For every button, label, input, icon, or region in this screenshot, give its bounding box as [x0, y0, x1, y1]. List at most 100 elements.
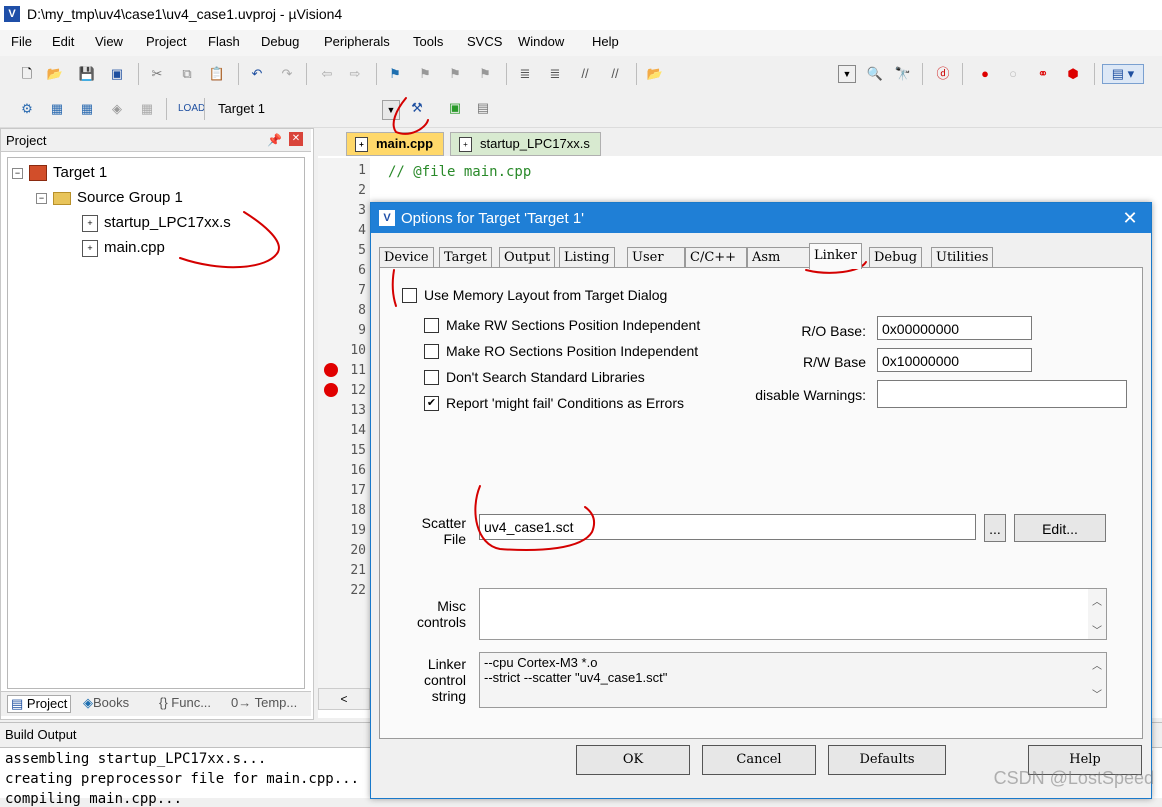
- menu-help[interactable]: Help: [592, 34, 619, 49]
- tab-books[interactable]: ◈Books: [83, 695, 129, 711]
- scroll-left-button[interactable]: <: [318, 688, 370, 710]
- tab-utilities[interactable]: Utilities: [931, 247, 994, 268]
- scrollbar[interactable]: ︿ ﹀: [1088, 589, 1106, 639]
- redo-icon[interactable]: ↷: [278, 65, 296, 83]
- menu-tools[interactable]: Tools: [413, 34, 443, 49]
- save-all-icon[interactable]: ▣: [108, 65, 126, 83]
- collapse-icon[interactable]: −: [36, 192, 47, 204]
- rw-base-input[interactable]: 0x10000000: [877, 348, 1032, 372]
- close-icon[interactable]: ✕: [1117, 206, 1143, 230]
- tab-output[interactable]: Output: [499, 247, 556, 268]
- window-config-icon[interactable]: ▤ ▾: [1102, 64, 1144, 84]
- title-bar: V D:\my_tmp\uv4\case1\uv4_case1.uvproj -…: [0, 0, 1162, 30]
- scroll-up-icon[interactable]: ︿: [1088, 593, 1106, 608]
- translate-icon[interactable]: ⚙: [18, 100, 36, 118]
- menu-flash[interactable]: Flash: [208, 34, 240, 49]
- kill-breakpoints-icon[interactable]: ⬢: [1064, 65, 1082, 83]
- browse-button[interactable]: ...: [984, 514, 1006, 542]
- ro-base-input[interactable]: 0x00000000: [877, 316, 1032, 340]
- manage-components-icon[interactable]: ▣: [446, 99, 464, 117]
- edit-button[interactable]: Edit...: [1014, 514, 1106, 542]
- target-select[interactable]: Target 1 ▼: [210, 98, 400, 120]
- tab-c-cpp[interactable]: C/C++: [685, 247, 747, 268]
- stop-build-icon[interactable]: ▦: [138, 100, 156, 118]
- tree-item-file[interactable]: + startup_LPC17xx.s: [82, 214, 231, 232]
- tab-templates[interactable]: 0→ Temp...: [231, 695, 297, 710]
- tree-item-group[interactable]: − Source Group 1: [36, 189, 183, 206]
- cancel-button[interactable]: Cancel: [702, 745, 816, 775]
- nav-back-icon[interactable]: ⇦: [318, 65, 336, 83]
- report-might-fail-checkbox[interactable]: ✔: [424, 396, 439, 411]
- use-memory-layout-checkbox[interactable]: [402, 288, 417, 303]
- bookmark-icon[interactable]: ⚑: [386, 65, 404, 83]
- indent-icon[interactable]: ≣: [516, 65, 534, 83]
- enable-breakpoint-icon[interactable]: ○: [1004, 65, 1022, 83]
- misc-controls-input[interactable]: ︿ ﹀: [479, 588, 1107, 640]
- unindent-icon[interactable]: ≣: [546, 65, 564, 83]
- tab-project[interactable]: ▤ Project: [7, 695, 72, 713]
- menu-edit[interactable]: Edit: [52, 34, 74, 49]
- scatter-file-input[interactable]: uv4_case1.sct: [479, 514, 976, 540]
- ro-position-independent-checkbox[interactable]: [424, 344, 439, 359]
- find-in-files-icon[interactable]: 📂: [646, 65, 664, 83]
- clear-bookmarks-icon[interactable]: ⚑: [476, 65, 494, 83]
- nav-forward-icon[interactable]: ⇨: [346, 65, 364, 83]
- save-icon[interactable]: 💾: [78, 65, 96, 83]
- tab-user[interactable]: User: [627, 247, 685, 268]
- tab-functions[interactable]: {} Func...: [159, 695, 211, 710]
- pin-icon[interactable]: 📌: [267, 133, 282, 147]
- menu-view[interactable]: View: [95, 34, 123, 49]
- menu-window[interactable]: Window: [518, 34, 564, 49]
- comment-icon[interactable]: //: [576, 65, 594, 83]
- rebuild-icon[interactable]: ▦: [78, 100, 96, 118]
- scrollbar[interactable]: ︿ ﹀: [1088, 653, 1106, 707]
- cut-icon[interactable]: ✂: [148, 65, 166, 83]
- tree-item-file[interactable]: + main.cpp: [82, 239, 165, 257]
- scroll-down-icon[interactable]: ﹀: [1088, 686, 1106, 701]
- ok-button[interactable]: OK: [576, 745, 690, 775]
- download-icon[interactable]: LOAD: [178, 100, 205, 118]
- defaults-button[interactable]: Defaults: [828, 745, 946, 775]
- open-file-icon[interactable]: 📂: [46, 65, 64, 83]
- tab-asm[interactable]: Asm: [747, 247, 811, 268]
- tab-device[interactable]: Device: [379, 247, 434, 268]
- menu-project[interactable]: Project: [146, 34, 186, 49]
- batch-build-icon[interactable]: ◈: [108, 100, 126, 118]
- find-icon[interactable]: 🔍: [866, 65, 884, 83]
- tab-target[interactable]: Target: [439, 247, 492, 268]
- new-file-icon[interactable]: 🗋: [18, 65, 36, 83]
- dont-search-libraries-checkbox[interactable]: [424, 370, 439, 385]
- tab-listing[interactable]: Listing: [559, 247, 615, 268]
- copy-icon[interactable]: ⧉: [178, 65, 196, 83]
- rw-position-independent-checkbox[interactable]: [424, 318, 439, 333]
- insert-breakpoint-icon[interactable]: ●: [976, 65, 994, 83]
- paste-icon[interactable]: 📋: [208, 65, 226, 83]
- select-books-icon[interactable]: ▤: [474, 99, 492, 117]
- next-bookmark-icon[interactable]: ⚑: [446, 65, 464, 83]
- menu-file[interactable]: File: [11, 34, 32, 49]
- target-options-icon[interactable]: ⚒: [408, 99, 426, 117]
- collapse-icon[interactable]: −: [12, 167, 23, 179]
- scroll-up-icon[interactable]: ︿: [1088, 657, 1106, 672]
- menu-svcs[interactable]: SVCS: [467, 34, 502, 49]
- chevron-down-icon[interactable]: ▼: [382, 100, 400, 120]
- start-debug-icon[interactable]: ⓓ: [934, 65, 952, 83]
- disable-breakpoints-icon[interactable]: ⚭: [1034, 65, 1052, 83]
- tab-linker[interactable]: Linker: [809, 243, 862, 269]
- prev-bookmark-icon[interactable]: ⚑: [416, 65, 434, 83]
- undo-icon[interactable]: ↶: [248, 65, 266, 83]
- tab-startup[interactable]: + startup_LPC17xx.s: [450, 132, 601, 156]
- uncomment-icon[interactable]: //: [606, 65, 624, 83]
- disable-warnings-input[interactable]: [877, 380, 1127, 408]
- find-dropdown-icon[interactable]: ▼: [838, 65, 856, 83]
- incremental-find-icon[interactable]: 🔭: [894, 65, 912, 83]
- scroll-down-icon[interactable]: ﹀: [1088, 622, 1106, 637]
- close-icon[interactable]: ✕: [289, 132, 303, 146]
- tab-debug[interactable]: Debug: [869, 247, 923, 268]
- build-icon[interactable]: ▦: [48, 100, 66, 118]
- menu-debug[interactable]: Debug: [261, 34, 299, 49]
- tab-main-cpp[interactable]: + main.cpp: [346, 132, 445, 156]
- menu-peripherals[interactable]: Peripherals: [324, 34, 390, 49]
- code-line[interactable]: // @file main.cpp: [388, 164, 531, 180]
- tree-item-target[interactable]: − Target 1: [12, 164, 107, 182]
